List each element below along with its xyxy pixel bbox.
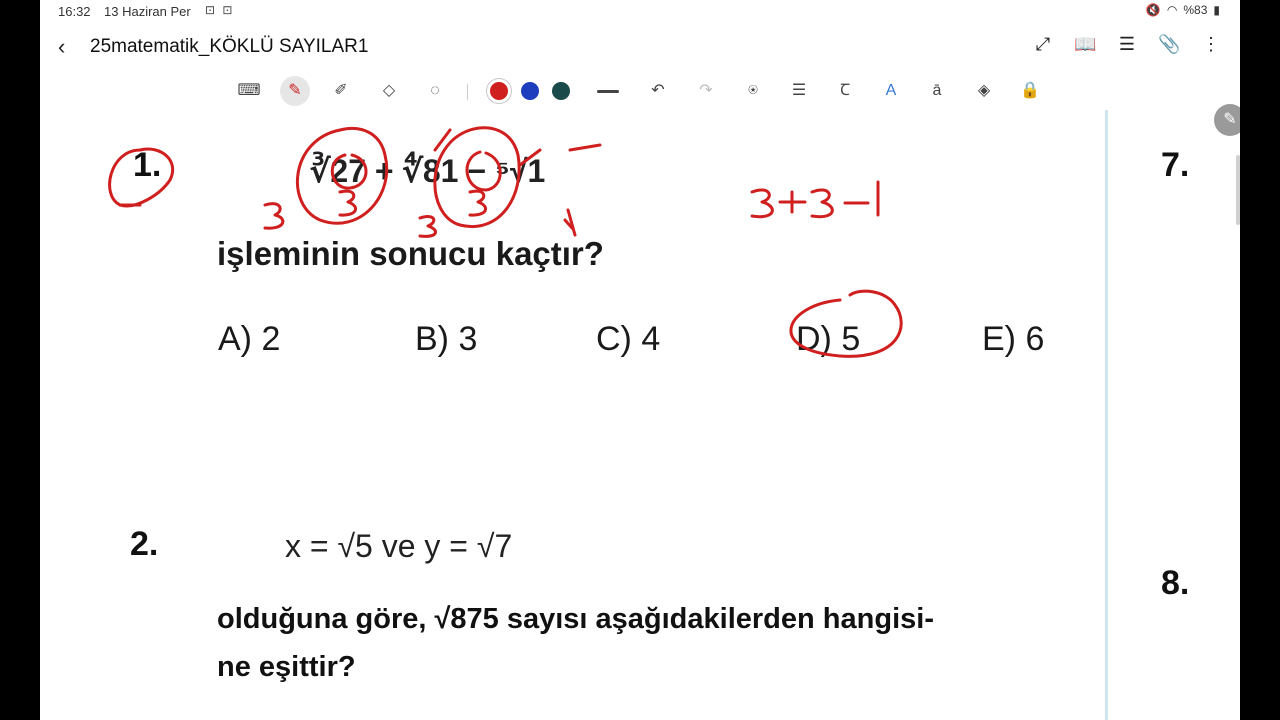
document-title: 25matematik_KÖKLÜ SAYILAR1: [90, 36, 369, 57]
circle-cube-root: [296, 126, 389, 225]
circle-answer-d: [789, 289, 903, 358]
toolbar-divider: [467, 84, 468, 100]
written-3-b: [338, 189, 357, 217]
written-3-a: [263, 202, 285, 230]
text-format-icon[interactable]: ā: [922, 76, 952, 106]
highlighter-icon[interactable]: ✐: [326, 76, 356, 106]
eraser-icon[interactable]: ◇: [374, 76, 404, 106]
floating-pen-icon[interactable]: ✎: [1214, 104, 1240, 136]
lasso-icon[interactable]: ◌: [420, 76, 450, 106]
app-actions: ⤢ 📖 ☰ 📎 ⋮: [1032, 34, 1222, 55]
keyboard-icon[interactable]: ⌨: [234, 76, 264, 106]
circle-question-number: [108, 147, 175, 208]
status-left-icons: ⊡ ⊡: [205, 3, 235, 17]
redo-icon[interactable]: ↷: [691, 76, 721, 106]
note-3-b: [810, 188, 834, 219]
note-3-a: [750, 188, 774, 219]
status-time: 16:32: [58, 4, 91, 19]
book-icon[interactable]: 📖: [1074, 34, 1096, 55]
circle-fourth-root: [433, 126, 521, 228]
question-7-number: 7.: [1161, 146, 1190, 184]
shapes-icon[interactable]: ◈: [969, 76, 999, 106]
scrollbar[interactable]: [1236, 155, 1240, 225]
text-style-icon[interactable]: Ꞇ: [830, 76, 860, 106]
status-date: 13 Haziran Per: [104, 4, 191, 19]
drawing-toolbar: ⌨ ✎ ✐ ◇ ◌ ↶ ↷ ⍟ ☰ Ꞇ A ā ◈ 🔒: [40, 72, 1240, 111]
color-blue-swatch[interactable]: [521, 82, 539, 100]
tablet-screen: 16:32 13 Haziran Per ⊡ ⊡ 🔇 ◠ %83 ▮ ‹ 25m…: [40, 0, 1240, 720]
undo-icon[interactable]: ↶: [643, 76, 673, 106]
status-right: 🔇 ◠ %83 ▮: [1146, 3, 1220, 17]
circle-81: [465, 150, 502, 192]
mute-icon: 🔇: [1145, 3, 1161, 17]
stroke-width-icon[interactable]: [597, 90, 619, 93]
list-icon[interactable]: ☰: [1116, 34, 1138, 55]
color-teal-swatch[interactable]: [552, 82, 570, 100]
shape-text-icon[interactable]: ⍟: [738, 76, 768, 106]
app-bar: ‹ 25matematik_KÖKLÜ SAYILAR1 ⤢ 📖 ☰ 📎 ⋮: [40, 22, 1240, 72]
expand-icon[interactable]: ⤢: [1032, 34, 1054, 55]
circle-27: [330, 153, 368, 190]
lock-icon[interactable]: 🔒: [1015, 76, 1045, 106]
align-icon[interactable]: ☰: [784, 76, 814, 106]
written-3-c: [418, 215, 437, 238]
attach-icon[interactable]: 📎: [1158, 34, 1180, 55]
written-3-d: [468, 189, 487, 217]
status-bar: 16:32 13 Haziran Per ⊡ ⊡ 🔇 ◠ %83 ▮: [40, 0, 1240, 22]
battery-text: %83: [1183, 3, 1208, 17]
back-icon[interactable]: ‹: [58, 34, 65, 60]
wifi-icon: ◠: [1166, 3, 1178, 17]
more-icon[interactable]: ⋮: [1200, 34, 1222, 55]
document-page-right[interactable]: 7. 8.: [1108, 110, 1240, 720]
battery-icon: ▮: [1213, 3, 1220, 17]
text-color-icon[interactable]: A: [876, 76, 906, 106]
color-red-swatch[interactable]: [490, 82, 508, 100]
pen-icon[interactable]: ✎: [280, 76, 310, 106]
handwriting-layer: [108, 126, 903, 358]
question-8-number: 8.: [1161, 564, 1190, 602]
